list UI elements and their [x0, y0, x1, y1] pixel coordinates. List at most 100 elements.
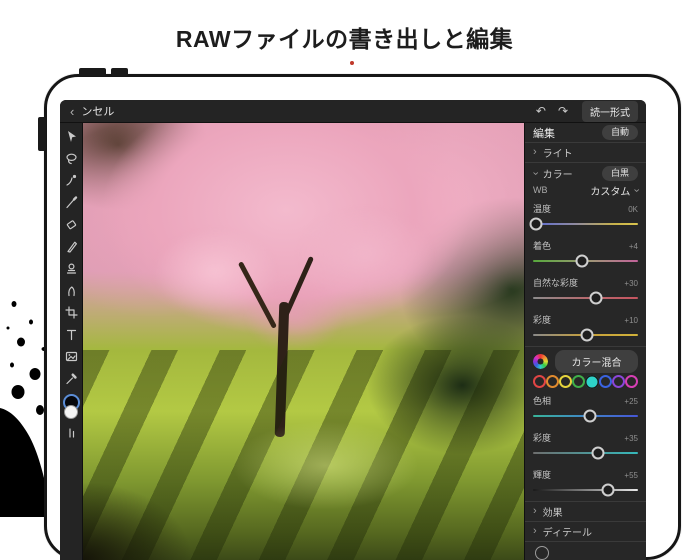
- format-button[interactable]: 読一形式: [582, 101, 638, 122]
- slider-knob[interactable]: [592, 446, 605, 459]
- app-screen: ‹ ンセル ↶ ↷ 読一形式: [60, 100, 646, 560]
- slider-track[interactable]: [533, 223, 638, 225]
- slider-track[interactable]: [533, 415, 638, 417]
- more-tools[interactable]: [63, 424, 79, 440]
- smudge-tool[interactable]: [63, 282, 79, 298]
- color-section-label: カラー: [543, 166, 573, 181]
- grass-shadows: [83, 350, 524, 560]
- eyedropper-tool[interactable]: [63, 370, 79, 386]
- slider-value: +35: [624, 434, 638, 443]
- panel-bottom-icon[interactable]: [535, 546, 549, 560]
- back-chevron-icon: ‹: [70, 105, 74, 118]
- place-image-tool[interactable]: [63, 348, 79, 364]
- effects-section-label: 効果: [543, 504, 563, 519]
- slider-label: 温度: [533, 202, 551, 215]
- cancel-button[interactable]: ‹ ンセル: [60, 103, 114, 119]
- volume-button: [79, 68, 106, 76]
- slider-track[interactable]: [533, 260, 638, 262]
- color-dot-blue[interactable]: [599, 375, 612, 388]
- color-dot-green[interactable]: [572, 375, 585, 388]
- slider-knob[interactable]: [601, 483, 614, 496]
- slider-label: 彩度: [533, 313, 551, 326]
- page-title: RAWファイルの書き出しと編集: [0, 20, 689, 54]
- color-dot-red[interactable]: [533, 375, 546, 388]
- color-dot-yellow[interactable]: [559, 375, 572, 388]
- color-wheel-icon[interactable]: [533, 354, 548, 369]
- effects-section-header[interactable]: › 効果: [533, 502, 638, 521]
- hue-slider[interactable]: 色相 +25: [533, 394, 638, 424]
- edit-panel: 編集 自動 › ライト › カラー 白黒 WB: [524, 123, 646, 560]
- slider-value: +10: [624, 316, 638, 325]
- background-color-swatch[interactable]: [64, 405, 78, 419]
- slider-label: 色相: [533, 394, 551, 407]
- detail-section-label: ディテール: [543, 524, 592, 539]
- slider-value: +4: [629, 242, 638, 251]
- color-channel-dots: [533, 375, 638, 389]
- chevron-down-icon: ›: [631, 188, 642, 192]
- luminance-slider[interactable]: 輝度 +55: [533, 468, 638, 498]
- color-mix-button[interactable]: カラー混合: [555, 350, 638, 373]
- top-bar: ‹ ンセル ↶ ↷ 読一形式: [60, 100, 646, 123]
- slider-label: 着色: [533, 239, 551, 252]
- slider-track[interactable]: [533, 334, 638, 336]
- crop-tool[interactable]: [63, 304, 79, 320]
- side-button: [38, 117, 46, 151]
- red-speck: [350, 61, 354, 65]
- tool-sidebar: [60, 123, 83, 560]
- mix-saturation-slider[interactable]: 彩度 +35: [533, 431, 638, 461]
- tint-slider[interactable]: 着色 +4: [533, 239, 638, 269]
- slider-knob[interactable]: [576, 254, 589, 267]
- volume-button: [111, 68, 128, 76]
- move-tool[interactable]: [63, 128, 79, 144]
- slider-value: +25: [624, 397, 638, 406]
- slider-value: +55: [624, 471, 638, 480]
- slider-knob[interactable]: [583, 409, 596, 422]
- chevron-right-icon: ›: [533, 147, 537, 158]
- quick-select-tool[interactable]: [63, 172, 79, 188]
- cancel-label: ンセル: [81, 103, 114, 119]
- slider-label: 彩度: [533, 431, 551, 444]
- chevron-right-icon: ›: [533, 526, 537, 537]
- slider-knob[interactable]: [580, 328, 593, 341]
- slider-track[interactable]: [533, 489, 638, 491]
- temperature-slider[interactable]: 温度 0K: [533, 202, 638, 232]
- wb-label: WB: [533, 185, 548, 195]
- pen-tool[interactable]: [63, 238, 79, 254]
- lasso-tool[interactable]: [63, 150, 79, 166]
- type-tool[interactable]: [63, 326, 79, 342]
- slider-knob[interactable]: [590, 291, 603, 304]
- slider-value: 0K: [628, 205, 638, 214]
- chevron-right-icon: ›: [533, 506, 537, 517]
- color-dot-purple[interactable]: [612, 375, 625, 388]
- edit-label: 編集: [533, 125, 555, 141]
- color-dot-aqua-selected[interactable]: [585, 375, 599, 389]
- light-section-label: ライト: [543, 145, 573, 160]
- bw-button[interactable]: 白黒: [602, 166, 638, 181]
- saturation-slider[interactable]: 彩度 +10: [533, 313, 638, 343]
- slider-knob[interactable]: [530, 217, 543, 230]
- foreground-background-color-well[interactable]: [63, 394, 79, 418]
- redo-icon[interactable]: ↷: [558, 104, 568, 118]
- eraser-tool[interactable]: [63, 216, 79, 232]
- divider: [525, 541, 646, 542]
- tablet-device-frame: ‹ ンセル ↶ ↷ 読一形式: [44, 74, 681, 560]
- auto-button[interactable]: 自動: [602, 125, 638, 140]
- divider: [525, 346, 646, 347]
- slider-track[interactable]: [533, 452, 638, 454]
- clone-stamp-tool[interactable]: [63, 260, 79, 276]
- wb-dropdown[interactable]: カスタム: [590, 183, 630, 198]
- undo-icon[interactable]: ↶: [536, 104, 546, 118]
- chevron-down-icon: ›: [529, 171, 540, 175]
- slider-label: 自然な彩度: [533, 276, 578, 289]
- brush-tool[interactable]: [63, 194, 79, 210]
- slider-track[interactable]: [533, 297, 638, 299]
- color-section-header[interactable]: › カラー 白黒: [533, 163, 638, 182]
- color-dot-orange[interactable]: [546, 375, 559, 388]
- color-dot-magenta[interactable]: [625, 375, 638, 388]
- photo-canvas[interactable]: [83, 123, 524, 560]
- detail-section-header[interactable]: › ディテール: [533, 522, 638, 541]
- light-section-header[interactable]: › ライト: [533, 143, 638, 162]
- vibrance-slider[interactable]: 自然な彩度 +30: [533, 276, 638, 306]
- slider-value: +30: [624, 279, 638, 288]
- slider-label: 輝度: [533, 468, 551, 481]
